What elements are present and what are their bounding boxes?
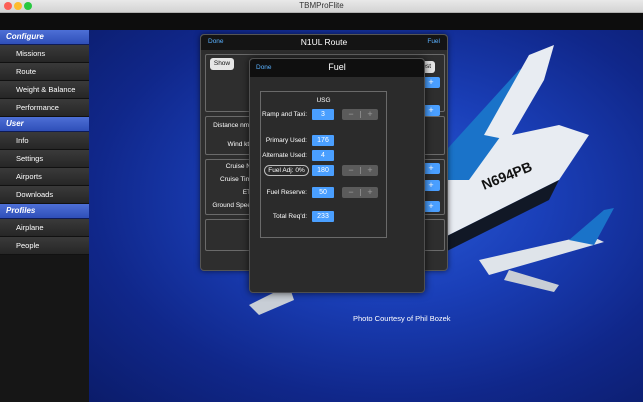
fuel-reserve-value[interactable]: 50 (312, 187, 334, 198)
route-fuel-button[interactable]: Fuel (427, 38, 440, 45)
fuel-panel: Done Fuel USG Ramp and Taxi: 3 − + Primar… (249, 58, 425, 293)
sidebar-item-airplane[interactable]: Airplane (0, 219, 89, 237)
fuel-reserve-label: Fuel Reserve: (266, 189, 307, 196)
fuel-adj-button[interactable]: Fuel Adj: 0% (264, 165, 309, 176)
sidebar-item-info[interactable]: Info (0, 132, 89, 150)
main-content: N694PB Photo Courtesy of Phil Bozek Done… (89, 30, 643, 402)
wind-label: Wind kt: (227, 141, 251, 148)
ground-speed-label: Ground Spee (212, 202, 251, 209)
fuel-adj-stepper[interactable]: − + (342, 165, 378, 176)
top-toolbar (0, 13, 643, 30)
alternate-used-value: 4 (312, 150, 334, 161)
sidebar-item-settings[interactable]: Settings (0, 150, 89, 168)
route-panel-header: Done N1UL Route Fuel (201, 35, 447, 50)
et-label: ET (242, 189, 251, 196)
total-required-label: Total Req'd: (272, 213, 307, 220)
fuel-adj-value: 180 (312, 165, 334, 176)
window-title: TBMProFlite (299, 1, 344, 10)
route-title: N1UL Route (300, 37, 348, 47)
unit-label: USG (316, 97, 331, 104)
cruise-n-label: Cruise N (225, 163, 251, 170)
sidebar-item-performance[interactable]: Performance (0, 99, 89, 117)
sidebar-header-profiles: Profiles (0, 204, 89, 219)
primary-used-label: Primary Used: (265, 137, 307, 144)
sidebar-item-downloads[interactable]: Downloads (0, 186, 89, 204)
primary-used-value: 176 (312, 135, 334, 146)
alternate-used-label: Alternate Used: (262, 152, 307, 159)
photo-credit: Photo Courtesy of Phil Bozek (353, 314, 451, 323)
ramp-taxi-label: Ramp and Taxi: (261, 111, 307, 118)
ramp-taxi-value[interactable]: 3 (312, 109, 334, 120)
window-titlebar: TBMProFlite (0, 0, 643, 13)
sidebar-header-user: User (0, 117, 89, 132)
sidebar-header-configure: Configure (0, 30, 89, 45)
cruise-time-label: Cruise Tim (219, 176, 251, 183)
fuel-title: Fuel (328, 62, 346, 72)
fuel-panel-header: Done Fuel (250, 59, 424, 77)
sidebar-item-airports[interactable]: Airports (0, 168, 89, 186)
fuel-table: USG Ramp and Taxi: 3 − + Primary Used: 17… (260, 91, 387, 238)
fuel-reserve-stepper[interactable]: − + (342, 187, 378, 198)
distance-label: Distance nm: (213, 122, 251, 129)
show-button[interactable]: Show (210, 58, 234, 70)
sidebar-item-missions[interactable]: Missions (0, 45, 89, 63)
ramp-taxi-stepper[interactable]: − + (342, 109, 378, 120)
total-required-value: 233 (312, 211, 334, 222)
sidebar: Configure Missions Route Weight & Balanc… (0, 30, 89, 402)
sidebar-item-route[interactable]: Route (0, 63, 89, 81)
sidebar-item-people[interactable]: People (0, 237, 89, 255)
sidebar-item-weight-balance[interactable]: Weight & Balance (0, 81, 89, 99)
